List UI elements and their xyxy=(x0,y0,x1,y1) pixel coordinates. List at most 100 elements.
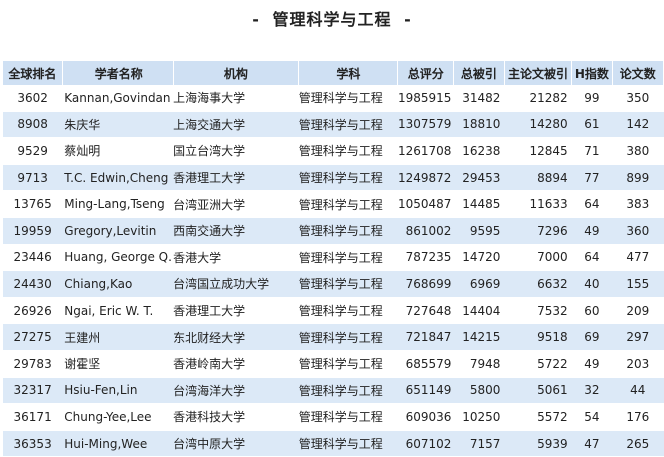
cell-subject: 管理科学与工程 xyxy=(298,111,398,139)
header-main-paper-citations: 主论文被引 xyxy=(504,61,573,85)
cell-scholar-name: Hsiu-Fen,Lin xyxy=(62,377,174,405)
cell-paper-count: 297 xyxy=(612,323,664,351)
cell-main-paper-citations: 11633 xyxy=(504,190,572,218)
cell-institution: 国立台湾大学 xyxy=(173,137,299,165)
cell-main-paper-citations: 5061 xyxy=(504,377,572,405)
cell-paper-count: 209 xyxy=(612,297,664,325)
cell-total-score: 861002 xyxy=(397,217,454,245)
cell-institution: 香港科技大学 xyxy=(173,403,299,431)
cell-total-score: 607102 xyxy=(397,430,454,457)
cell-h-index: 49 xyxy=(571,217,613,245)
cell-h-index: 32 xyxy=(571,377,613,405)
cell-global-rank: 23446 xyxy=(3,244,63,272)
cell-main-paper-citations: 7532 xyxy=(504,297,572,325)
cell-scholar-name: T.C. Edwin,Cheng xyxy=(62,164,174,192)
cell-subject: 管理科学与工程 xyxy=(298,137,398,165)
cell-global-rank: 26926 xyxy=(3,297,63,325)
cell-institution: 香港大学 xyxy=(173,244,299,272)
cell-total-citations: 14215 xyxy=(453,323,505,351)
cell-paper-count: 155 xyxy=(612,270,664,298)
cell-global-rank: 32317 xyxy=(3,377,63,405)
table-row: 36353 Hui-Ming,Wee 台湾中原大学 管理科学与工程 607102 7157… xyxy=(3,430,664,457)
cell-paper-count: 203 xyxy=(612,350,664,378)
cell-h-index: 60 xyxy=(571,297,613,325)
cell-main-paper-citations: 21282 xyxy=(504,85,572,112)
header-subject: 学科 xyxy=(298,61,399,85)
table-row: 8908 朱庆华 上海交通大学 管理科学与工程 1307579 18810 14280 61 1… xyxy=(3,111,664,139)
page-title: - 管理科学与工程 - xyxy=(0,6,664,30)
cell-total-citations: 6969 xyxy=(453,270,505,298)
cell-total-score: 651149 xyxy=(397,377,454,405)
cell-subject: 管理科学与工程 xyxy=(298,377,398,405)
cell-total-citations: 5800 xyxy=(453,377,505,405)
table-body: 3602 Kannan,Govindan 上海海事大学 管理科学与工程 1985915 3… xyxy=(3,85,664,457)
cell-h-index: 99 xyxy=(571,85,613,112)
cell-total-citations: 14485 xyxy=(453,190,505,218)
cell-h-index: 77 xyxy=(571,164,613,192)
cell-total-citations: 18810 xyxy=(453,111,505,139)
cell-scholar-name: Ngai, Eric W. T. xyxy=(62,297,174,325)
cell-total-score: 721847 xyxy=(397,323,454,351)
table-row: 9529 蔡灿明 国立台湾大学 管理科学与工程 1261708 16238 12845 71 3… xyxy=(3,137,664,165)
cell-h-index: 49 xyxy=(571,350,613,378)
cell-institution: 香港岭南大学 xyxy=(173,350,299,378)
cell-total-score: 727648 xyxy=(397,297,454,325)
cell-global-rank: 24430 xyxy=(3,270,63,298)
cell-subject: 管理科学与工程 xyxy=(298,430,398,457)
cell-institution: 台湾亚洲大学 xyxy=(173,190,299,218)
cell-h-index: 64 xyxy=(571,244,613,272)
table-row: 23446 Huang, George Q. 香港大学 管理科学与工程 787235 14… xyxy=(3,244,664,272)
table-row: 24430 Chiang,Kao 台湾国立成功大学 管理科学与工程 768699 6969… xyxy=(3,270,664,298)
cell-total-citations: 7948 xyxy=(453,350,505,378)
cell-paper-count: 350 xyxy=(612,85,664,112)
cell-paper-count: 477 xyxy=(612,244,664,272)
cell-total-citations: 7157 xyxy=(453,430,505,457)
cell-institution: 香港理工大学 xyxy=(173,164,299,192)
header-scholar-name: 学者名称 xyxy=(62,61,174,85)
cell-scholar-name: Chung-Yee,Lee xyxy=(62,403,174,431)
table-header-row: 全球排名 学者名称 机构 学科 总评分 总被引 主论文被引 H指数 论文数 xyxy=(3,61,664,85)
cell-paper-count: 176 xyxy=(612,403,664,431)
cell-h-index: 61 xyxy=(571,111,613,139)
cell-scholar-name: 王建州 xyxy=(62,323,174,351)
cell-paper-count: 383 xyxy=(612,190,664,218)
cell-total-citations: 31482 xyxy=(453,85,505,112)
cell-h-index: 71 xyxy=(571,137,613,165)
cell-main-paper-citations: 7000 xyxy=(504,244,572,272)
cell-global-rank: 9713 xyxy=(3,164,63,192)
cell-main-paper-citations: 14280 xyxy=(504,111,572,139)
cell-institution: 上海海事大学 xyxy=(173,85,299,112)
cell-main-paper-citations: 8894 xyxy=(504,164,572,192)
table-row: 29783 谢霍坚 香港岭南大学 管理科学与工程 685579 7948 5722 49 203 xyxy=(3,350,664,378)
cell-main-paper-citations: 6632 xyxy=(504,270,572,298)
cell-total-score: 768699 xyxy=(397,270,454,298)
cell-global-rank: 36171 xyxy=(3,403,63,431)
table-row: 3602 Kannan,Govindan 上海海事大学 管理科学与工程 1985915 3… xyxy=(3,85,664,112)
title-dash-left: - xyxy=(252,10,260,29)
cell-scholar-name: Hui-Ming,Wee xyxy=(62,430,174,457)
cell-global-rank: 9529 xyxy=(3,137,63,165)
cell-institution: 东北财经大学 xyxy=(173,323,299,351)
table-row: 27275 王建州 东北财经大学 管理科学与工程 721847 14215 9518 69 29… xyxy=(3,323,664,351)
cell-main-paper-citations: 7296 xyxy=(504,217,572,245)
page-title-text: 管理科学与工程 xyxy=(272,10,392,29)
cell-total-score: 609036 xyxy=(397,403,454,431)
cell-institution: 台湾海洋大学 xyxy=(173,377,299,405)
cell-main-paper-citations: 9518 xyxy=(504,323,572,351)
table-row: 13765 Ming-Lang,Tseng 台湾亚洲大学 管理科学与工程 1050487… xyxy=(3,190,664,218)
cell-subject: 管理科学与工程 xyxy=(298,403,398,431)
cell-global-rank: 3602 xyxy=(3,85,63,112)
title-dash-right: - xyxy=(404,10,412,29)
cell-subject: 管理科学与工程 xyxy=(298,270,398,298)
cell-total-score: 1261708 xyxy=(397,137,454,165)
cell-subject: 管理科学与工程 xyxy=(298,297,398,325)
cell-total-score: 1249872 xyxy=(397,164,454,192)
cell-total-score: 685579 xyxy=(397,350,454,378)
cell-scholar-name: 蔡灿明 xyxy=(62,137,174,165)
table-row: 32317 Hsiu-Fen,Lin 台湾海洋大学 管理科学与工程 651149 5800… xyxy=(3,377,664,405)
table-row: 36171 Chung-Yee,Lee 香港科技大学 管理科学与工程 609036 102… xyxy=(3,403,664,431)
header-total-citations: 总被引 xyxy=(453,61,505,85)
cell-subject: 管理科学与工程 xyxy=(298,217,398,245)
cell-subject: 管理科学与工程 xyxy=(298,164,398,192)
ranking-table: 全球排名 学者名称 机构 学科 总评分 总被引 主论文被引 H指数 论文数 36… xyxy=(3,61,664,457)
